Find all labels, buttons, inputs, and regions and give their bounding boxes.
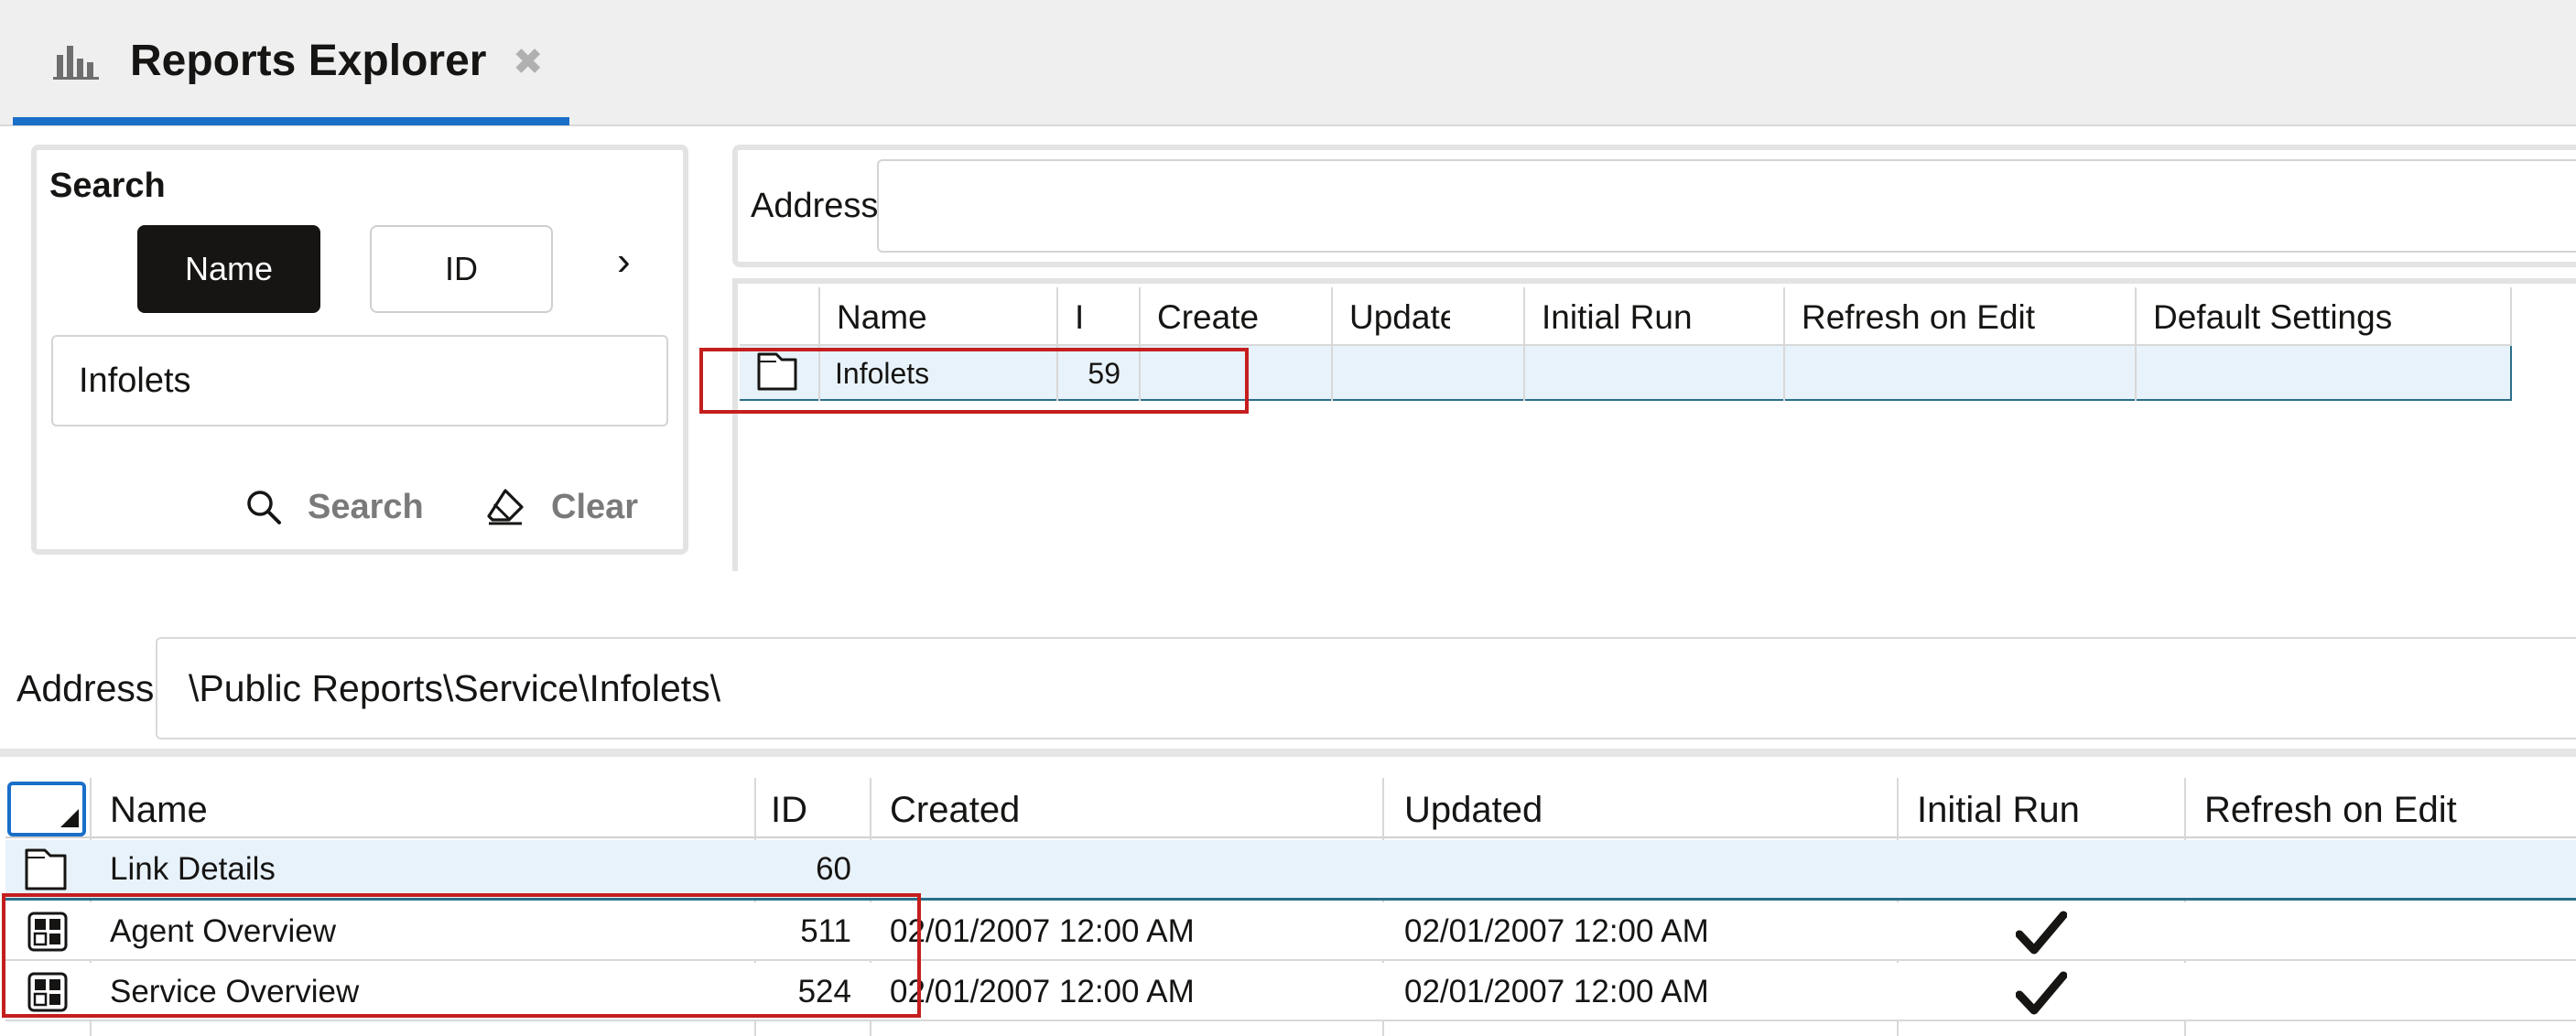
row-id: 60 [816, 851, 851, 887]
close-icon[interactable]: ✖ [513, 37, 544, 88]
clear-button-label: Clear [551, 487, 639, 526]
row-created: 02/01/2007 12:00 AM [890, 974, 1195, 1009]
active-tab-indicator [13, 117, 569, 125]
address-input[interactable]: \Public Reports\Service\Infolets\ [156, 637, 2576, 739]
folder-icon [24, 847, 68, 896]
search-heading: Search [49, 167, 166, 205]
column-header-refresh-on-edit[interactable]: Refresh on Edit [1785, 287, 2135, 348]
address-label-top: Address [751, 187, 879, 225]
row-updated: 02/01/2007 12:00 AM [1404, 913, 1709, 949]
column-header-name[interactable]: Name [820, 287, 1056, 348]
column-header-name[interactable]: Name [93, 780, 752, 840]
tab-title[interactable]: Reports Explorer [130, 29, 486, 93]
search-by-id-toggle[interactable]: ID [370, 225, 553, 313]
select-all-checkbox[interactable] [7, 782, 86, 836]
checkmark-icon [2015, 970, 2068, 1020]
chevron-right-icon[interactable]: › [617, 234, 631, 289]
column-header-default-settings[interactable]: Default Settings [2137, 287, 2510, 348]
search-input[interactable]: Infolets [51, 335, 668, 426]
checkmark-icon [2015, 910, 2068, 960]
search-button-label: Search [308, 487, 424, 526]
column-header-initial-run[interactable]: Initial Run [1525, 287, 1783, 348]
column-header-created[interactable]: Created [1141, 287, 1260, 348]
column-header-id[interactable]: ID [756, 780, 870, 840]
column-header-initial-run[interactable]: Initial Run [1899, 780, 2184, 840]
eraser-icon [487, 489, 524, 525]
column-header-created[interactable]: Created [871, 780, 1380, 840]
bar-chart-icon [53, 42, 99, 81]
section-separator [0, 749, 2576, 757]
clear-button[interactable]: Clear [487, 483, 638, 531]
highlight-box [2, 893, 921, 1018]
address-label: Address [16, 667, 155, 709]
row-name: Link Details [110, 851, 276, 887]
search-by-name-toggle[interactable]: Name [137, 225, 320, 313]
column-header-id[interactable]: ID [1058, 287, 1082, 348]
search-icon [247, 491, 281, 524]
row-updated: 02/01/2007 12:00 AM [1404, 974, 1709, 1009]
search-button[interactable]: Search [245, 483, 424, 531]
column-header-updated[interactable]: Updated [1384, 780, 1895, 840]
column-header-updated[interactable]: Updated [1333, 287, 1450, 348]
section-divider [0, 571, 2576, 635]
highlight-box [699, 348, 1249, 414]
column-header-refresh-on-edit[interactable]: Refresh on Edit [2186, 780, 2576, 840]
address-input-top[interactable] [877, 159, 2576, 253]
row-created: 02/01/2007 12:00 AM [890, 913, 1195, 949]
